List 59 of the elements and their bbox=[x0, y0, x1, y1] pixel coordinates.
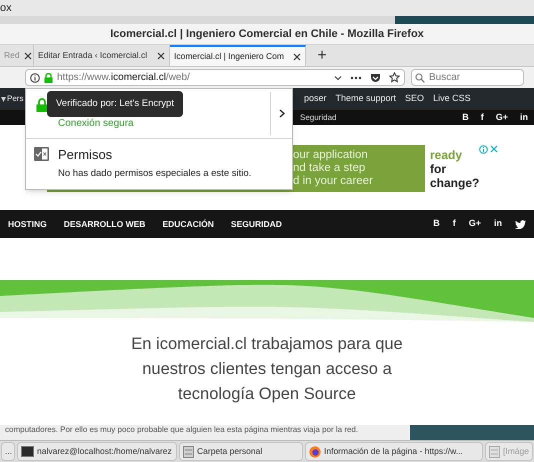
terminal-icon bbox=[21, 446, 34, 457]
chevron-right-icon bbox=[278, 109, 284, 118]
nav-link[interactable]: EDUCACIÓN bbox=[162, 218, 214, 230]
ad-text: change? bbox=[430, 176, 480, 190]
taskbar-button[interactable]: Carpeta personal bbox=[179, 442, 303, 461]
more-icon[interactable] bbox=[350, 76, 362, 80]
admin-bar-link[interactable]: poser bbox=[304, 92, 327, 106]
social-link[interactable]: in bbox=[520, 110, 528, 124]
permissions-icon bbox=[34, 147, 49, 161]
nav-link[interactable]: HOSTING bbox=[8, 218, 47, 230]
search-icon bbox=[415, 73, 425, 83]
taskbar-button[interactable]: ... bbox=[1, 442, 15, 461]
chevron-down-icon[interactable] bbox=[334, 74, 342, 80]
url-field[interactable]: https://www.icomercial.cl/web/ bbox=[25, 69, 405, 86]
social-link[interactable]: in bbox=[494, 217, 502, 231]
dropdown-icon[interactable] bbox=[1, 96, 6, 102]
taskbar-button[interactable]: nalvarez@localhost:/home/nalvarez bbox=[17, 442, 177, 461]
hero-text: nuestros clientes tengan acceso a bbox=[142, 359, 392, 380]
ad-text: nd take a step bbox=[293, 162, 366, 175]
file-cabinet-icon bbox=[489, 446, 500, 458]
permissions-title: Permisos bbox=[58, 146, 114, 164]
dialog-text: computadores. Por ello es muy poco probable que alguien lea esta página mientras viaja por la red. bbox=[5, 425, 358, 435]
connection-status: Conexión segura bbox=[58, 117, 135, 131]
close-icon[interactable] bbox=[24, 52, 32, 60]
admin-bar-link[interactable]: SEO bbox=[405, 92, 424, 106]
window-title: Icomercial.cl | Ingeniero Comercial en Chile - Mozilla Firefox bbox=[110, 26, 424, 42]
ad-text: for bbox=[430, 162, 447, 176]
search-field[interactable]: Buscar bbox=[411, 69, 524, 86]
admin-bar-link[interactable]: Pers bbox=[7, 93, 24, 105]
tooltip: Verificado por: Let's Encrypt bbox=[47, 91, 183, 117]
nav-link[interactable]: SEGURIDAD bbox=[230, 218, 282, 230]
social-link[interactable]: G+ bbox=[468, 217, 481, 231]
social-link[interactable]: G+ bbox=[496, 110, 508, 124]
top-bar-link[interactable]: Seguridad bbox=[300, 112, 336, 124]
ad-text: our application bbox=[293, 149, 369, 162]
nav-link[interactable]: DESARROLLO WEB bbox=[64, 218, 146, 230]
lock-icon bbox=[36, 98, 48, 112]
lock-icon bbox=[44, 72, 53, 82]
window-title: ox bbox=[0, 0, 12, 16]
new-tab-button[interactable]: + bbox=[310, 45, 334, 66]
ad-text: d in your career bbox=[293, 175, 374, 188]
social-link[interactable]: B bbox=[433, 217, 440, 231]
close-icon[interactable] bbox=[293, 52, 301, 60]
bird-icon[interactable] bbox=[515, 220, 526, 228]
social-link[interactable]: B bbox=[462, 110, 469, 124]
file-cabinet-icon bbox=[183, 446, 194, 458]
social-link[interactable]: f bbox=[452, 217, 456, 231]
admin-bar-link[interactable]: Live CSS bbox=[433, 92, 471, 106]
hero-text: tecnología Open Source bbox=[178, 384, 356, 405]
ad-text: ready bbox=[430, 148, 464, 162]
permissions-text: No has dado permisos especiales a este sitio. bbox=[58, 166, 252, 180]
social-link[interactable]: f bbox=[480, 110, 484, 124]
taskbar-button[interactable]: Información de la página - https://w... bbox=[305, 442, 483, 461]
close-icon[interactable] bbox=[157, 52, 165, 60]
info-icon[interactable] bbox=[30, 72, 40, 82]
browser-tab[interactable]: Icomercial.cl | Ingeniero Com bbox=[170, 45, 306, 66]
admin-bar-link[interactable]: Theme support bbox=[336, 92, 396, 106]
star-icon[interactable] bbox=[389, 72, 400, 83]
hero-text: En icomercial.cl trabajamos para que bbox=[131, 334, 403, 355]
